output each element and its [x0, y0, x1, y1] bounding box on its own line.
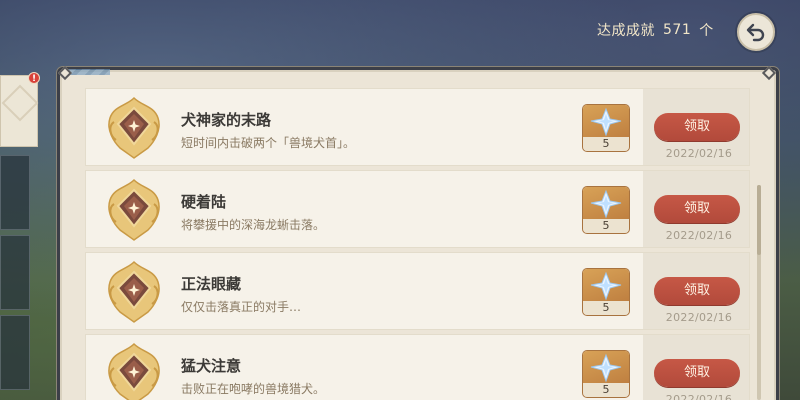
achievement-medal-icon: [108, 260, 160, 323]
reward-item[interactable]: 5: [583, 269, 629, 315]
achievement-title: 正法眼藏: [181, 275, 242, 293]
achievement-description: 击败正在咆哮的兽境猎犬。: [181, 382, 326, 396]
achievement-description: 仅仅击落真正的对手…: [181, 300, 302, 314]
category-tab[interactable]: [0, 155, 30, 230]
claim-button[interactable]: 领取: [654, 113, 740, 141]
achievement-date: 2022/02/16: [665, 147, 733, 160]
reward-count: 5: [583, 383, 629, 397]
achievement-row: 硬着陆 将攀援中的深海龙蜥击落。 5 领取 2022/02/16: [85, 170, 750, 248]
back-button[interactable]: [737, 13, 775, 51]
claim-button[interactable]: 领取: [654, 277, 740, 305]
achievement-count-unit: 个: [699, 23, 714, 39]
primogem-icon: [590, 189, 622, 219]
achievement-title: 硬着陆: [181, 193, 227, 211]
achievement-description: 短时间内击破两个「兽境犬首」。: [181, 136, 356, 150]
achievement-date: 2022/02/16: [665, 393, 733, 400]
claim-button[interactable]: 领取: [654, 195, 740, 223]
scrollbar[interactable]: [757, 185, 761, 400]
reward-count: 5: [583, 301, 629, 315]
claim-button[interactable]: 领取: [654, 359, 740, 387]
category-tab[interactable]: [0, 235, 30, 310]
primogem-icon: [590, 271, 622, 301]
achievement-date: 2022/02/16: [665, 311, 733, 324]
achievement-medal-icon: [108, 96, 160, 159]
reward-count: 5: [583, 219, 629, 233]
achievement-row: 正法眼藏 仅仅击落真正的对手… 5 领取 2022/02/16: [85, 252, 750, 330]
achievement-medal-icon: [108, 342, 160, 400]
scrollbar-thumb[interactable]: [757, 185, 761, 255]
achievement-row: 猛犬注意 击败正在咆哮的兽境猎犬。 5 领取 2022/02/16: [85, 334, 750, 400]
primogem-icon: [590, 353, 622, 383]
primogem-icon: [590, 107, 622, 137]
achievement-title: 犬神家的末路: [181, 111, 272, 129]
achievement-count-value: 571: [663, 22, 692, 38]
achievement-row: 犬神家的末路 短时间内击破两个「兽境犬首」。 5 领取 2022/02/16: [85, 88, 750, 166]
reward-count: 5: [583, 137, 629, 151]
reward-item[interactable]: 5: [583, 187, 629, 233]
achievement-date: 2022/02/16: [665, 229, 733, 242]
achievement-description: 将攀援中的深海龙蜥击落。: [181, 218, 326, 232]
category-tab-active[interactable]: [0, 75, 38, 147]
achievement-title: 猛犬注意: [181, 357, 242, 375]
category-tabs: [0, 75, 40, 400]
achievement-medal-icon: [108, 178, 160, 241]
achievement-count: 达成成就 571 个: [597, 20, 714, 40]
reward-item[interactable]: 5: [583, 351, 629, 397]
category-tab[interactable]: [0, 315, 30, 390]
back-arrow-icon: [746, 23, 765, 42]
notification-badge: !: [28, 72, 40, 84]
reward-item[interactable]: 5: [583, 105, 629, 151]
achievement-count-label: 达成成就: [597, 23, 655, 39]
panel-decoration: [68, 69, 110, 75]
